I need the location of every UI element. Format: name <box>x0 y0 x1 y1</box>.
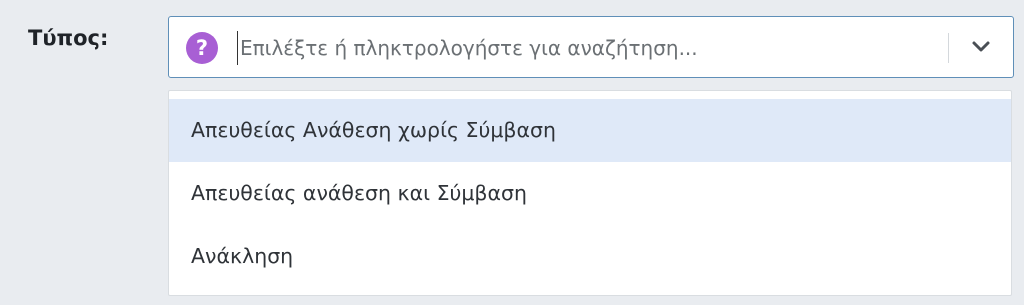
type-select[interactable]: ? <box>168 16 1014 78</box>
dropdown-toggle-button[interactable] <box>949 17 1013 77</box>
option-direct-award-without-contract[interactable]: Απευθείας Ανάθεση χωρίς Σύμβαση <box>169 99 1011 162</box>
question-circle-icon: ? <box>186 32 218 64</box>
option-direct-award-and-contract[interactable]: Απευθείας ανάθεση και Σύμβαση <box>169 162 1011 225</box>
chevron-down-icon <box>972 41 990 52</box>
type-search-input[interactable] <box>237 31 937 65</box>
type-options-menu: Απευθείας Ανάθεση χωρίς Σύμβαση Απευθεία… <box>168 90 1012 296</box>
field-label: Τύπος: <box>28 26 109 50</box>
option-revocation[interactable]: Ανάκληση <box>169 225 1011 288</box>
